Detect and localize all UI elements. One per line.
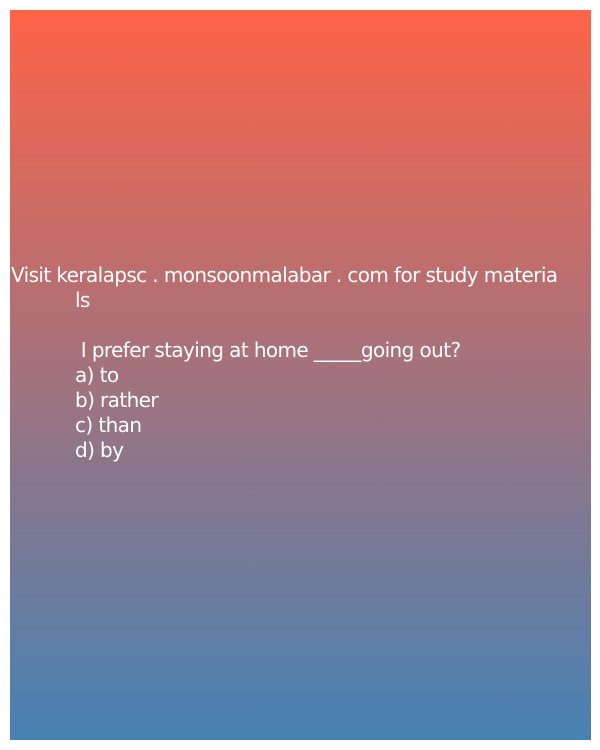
option-c: c) than bbox=[75, 413, 142, 437]
option-a: a) to bbox=[75, 363, 119, 387]
option-b: b) rather bbox=[75, 388, 159, 412]
question-text: I prefer staying at home _____going out? bbox=[75, 338, 461, 362]
site-promo-line-1: Visit keralapsc . monsoonmalabar . com f… bbox=[11, 263, 558, 287]
site-promo-line-2: ls bbox=[75, 288, 90, 312]
question-card: Visit keralapsc . monsoonmalabar . com f… bbox=[10, 10, 591, 740]
question-content: Visit keralapsc . monsoonmalabar . com f… bbox=[10, 263, 591, 463]
option-d: d) by bbox=[75, 438, 124, 462]
